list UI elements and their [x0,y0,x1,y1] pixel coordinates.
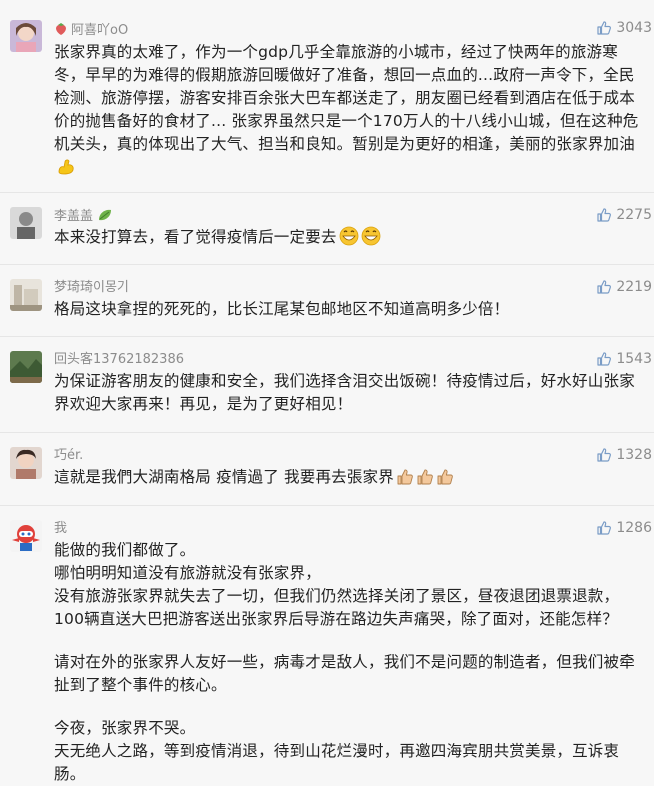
like-count: 1328 [616,447,652,463]
thumbs-up-icon [596,20,612,36]
comment-text-content: 本来没打算去，看了觉得疫情后一定要去 [54,228,337,246]
comment-text: 为保证游客朋友的健康和安全，我们选择含泪交出饭碗！待疫情过后，好水好山张家界欢迎… [54,370,646,416]
grinning-face-emoji [361,226,381,253]
comment-text: 格局这块拿捏的死死的，比长江尾某包邮地区不知道高明多少倍！ [54,298,646,321]
avatar[interactable] [10,20,42,52]
username[interactable]: 巧ér. [54,448,83,464]
like-button[interactable]: 1286 [596,519,652,537]
comment-paragraph: 没有旅游张家界就失去了一切，但我们仍然选择关闭了景区，昼夜退团退票退款， [54,587,620,605]
thumbs-up-icon [596,351,612,367]
thumbs-up-icon [596,279,612,295]
comment-text-content: 张家界真的太难了，作为一个gdp几乎全靠旅游的小城市，经过了快两年的旅游寒冬，早… [54,43,639,153]
comment-text: 能做的我们都做了。 哪怕明明知道没有旅游就没有张家界， 没有旅游张家界就失去了一… [54,539,646,786]
avatar[interactable] [10,207,42,239]
strawberry-icon [54,22,68,41]
comment-text-content: 格局这块拿捏的死死的，比长江尾某包邮地区不知道高明多少倍！ [54,300,510,318]
like-count: 1286 [616,520,652,536]
like-button[interactable]: 1328 [596,446,652,464]
grinning-face-emoji [339,226,359,253]
comment-feed: 阿喜吖oO 3043 张家界真的太难了，作为一个gdp几乎全靠旅游的小城市，经过… [0,0,654,786]
avatar[interactable] [10,279,42,311]
username[interactable]: 阿喜吖oO [54,22,128,41]
like-button[interactable]: 2219 [596,278,652,296]
comment-text: 這就是我們大湖南格局 疫情過了 我要再去張家界 [54,466,646,493]
comment-text: 张家界真的太难了，作为一个gdp几乎全靠旅游的小城市，经过了快两年的旅游寒冬，早… [54,41,646,183]
like-button[interactable]: 2275 [596,206,652,224]
like-count: 1543 [616,351,652,367]
thumbs-up-icon [596,520,612,536]
like-count: 2219 [616,279,652,295]
like-count: 2275 [616,207,652,223]
username[interactable]: 梦琦琦이몽기 [54,280,129,296]
username-text: 我 [54,521,68,536]
avatar[interactable] [10,520,42,552]
username[interactable]: 李盖盖 [54,208,116,227]
comment-paragraph: 能做的我们都做了。 [54,541,196,559]
username-text: 梦琦琦이몽기 [54,280,129,295]
comment-paragraph: 今夜，张家界不哭。 [54,719,196,737]
comment-paragraph: 请对在外的张家界人友好一些，病毒才是敌人，我们不是问题的制造者，但我们被牵扯到了… [54,653,635,694]
username-text: 巧ér. [54,448,84,463]
comment-text-content: 为保证游客朋友的健康和安全，我们选择含泪交出饭碗！待疫情过后，好水好山张家界欢迎… [54,372,635,413]
avatar[interactable] [10,447,42,479]
flexed-biceps-emoji [56,156,76,183]
comment-item: 巧ér. 1328 這就是我們大湖南格局 疫情過了 我要再去張家界 [0,433,654,506]
username[interactable]: 回头客13762182386 [54,352,184,368]
username-text: 回头客13762182386 [54,352,184,367]
comment-paragraph: 100辆直送大巴把游客送出张家界后导游在路边失声痛哭，除了面对，还能怎样？ [54,610,618,628]
like-button[interactable]: 1543 [596,350,652,368]
thumbs-up-emoji [396,468,414,493]
like-count: 3043 [616,20,652,36]
username-text: 阿喜吖oO [71,23,129,38]
username-text: 李盖盖 [54,209,94,224]
like-button[interactable]: 3043 [596,19,652,37]
thumbs-up-icon [596,207,612,223]
comment-paragraph: 哪怕明明知道没有旅游就没有张家界， [54,564,321,582]
comment-paragraph: 天无绝人之路，等到疫情消退，待到山花烂漫时，再邀四海宾朋共赏美景，互诉衷肠。 [54,742,620,783]
leaf-icon [97,208,113,227]
thumbs-up-emoji [436,468,454,493]
comment-item: 我 1286 能做的我们都做了。 哪怕明明知道没有旅游就没有张家界， 没有旅游张… [0,506,654,786]
username[interactable]: 我 [54,521,67,537]
thumbs-up-icon [596,447,612,463]
avatar[interactable] [10,351,42,383]
comment-item: 回头客13762182386 1543 为保证游客朋友的健康和安全，我们选择含泪… [0,337,654,433]
comment-item: 梦琦琦이몽기 2219 格局这块拿捏的死死的，比长江尾某包邮地区不知道高明多少倍… [0,265,654,337]
comment-item: 阿喜吖oO 3043 张家界真的太难了，作为一个gdp几乎全靠旅游的小城市，经过… [0,0,654,193]
comment-text: 本来没打算去，看了觉得疫情后一定要去 [54,226,646,253]
thumbs-up-emoji [416,468,434,493]
comment-item: 李盖盖 2275 本来没打算去，看了觉得疫情后一定要去 [0,193,654,265]
comment-text-content: 這就是我們大湖南格局 疫情過了 我要再去張家界 [54,468,394,486]
